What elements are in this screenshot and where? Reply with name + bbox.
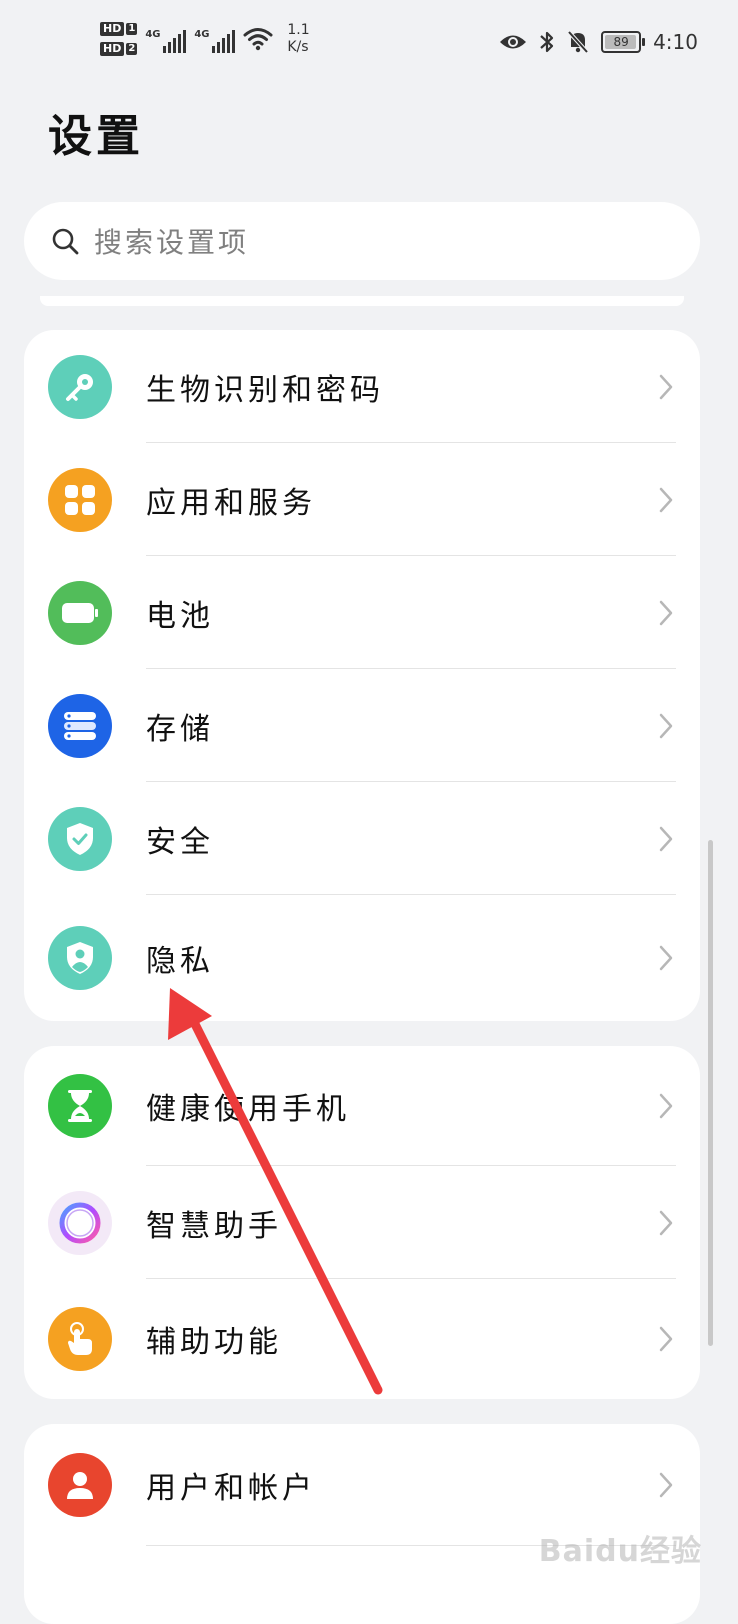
chevron-right-icon (659, 826, 673, 851)
item-smart-assistant[interactable]: 智慧助手 (24, 1166, 700, 1279)
item-privacy[interactable]: 隐私 (24, 895, 700, 1021)
item-label: 辅助功能 (146, 1325, 282, 1360)
signal-2-icon: 4G (194, 25, 236, 53)
assistant-ring-icon (48, 1190, 112, 1255)
settings-group-1: 生物识别和密码 应用和服务 电池 存储 安全 隐私 (24, 330, 700, 1021)
scrollbar-thumb[interactable] (708, 840, 713, 1346)
item-apps-services[interactable]: 应用和服务 (24, 443, 700, 556)
battery-icon (48, 580, 112, 645)
item-security[interactable]: 安全 (24, 782, 700, 895)
item-label: 生物识别和密码 (146, 372, 384, 408)
wifi-icon (243, 28, 273, 51)
item-label: 应用和服务 (146, 485, 316, 521)
hd2-indicator: HD 2 (100, 42, 138, 56)
bluetooth-icon (540, 31, 554, 53)
status-time: 4:10 (653, 30, 698, 54)
chevron-right-icon (659, 1326, 673, 1352)
search-placeholder: 搜索设置项 (94, 226, 250, 259)
hand-tap-icon (48, 1307, 112, 1371)
item-label: 健康使用手机 (146, 1092, 350, 1127)
shield-check-icon (48, 806, 112, 871)
item-label: 智慧助手 (146, 1208, 282, 1244)
settings-group-2: 健康使用手机 智慧助手 辅助功能 (24, 1046, 700, 1399)
item-biometrics-password[interactable]: 生物识别和密码 (24, 330, 700, 443)
chevron-right-icon (659, 713, 673, 738)
privacy-shield-icon (48, 926, 112, 990)
item-digital-balance[interactable]: 健康使用手机 (24, 1046, 700, 1166)
status-bar: HD 1 HD 2 4G 4G 1.1 K/s 89 4:10 (0, 0, 738, 80)
search-bar[interactable]: 搜索设置项 (24, 202, 700, 280)
item-label: 安全 (146, 824, 214, 860)
eye-icon (500, 35, 527, 49)
page-title: 设置 (48, 111, 144, 162)
chevron-right-icon (659, 1093, 673, 1119)
chevron-right-icon (659, 487, 673, 512)
storage-icon (48, 693, 112, 758)
user-icon (48, 1453, 112, 1517)
key-icon (48, 354, 112, 419)
hd1-indicator: HD 1 (100, 22, 138, 36)
chevron-right-icon (659, 374, 673, 399)
item-storage[interactable]: 存储 (24, 669, 700, 782)
item-label: 用户和帐户 (146, 1471, 316, 1506)
bell-mute-icon (567, 30, 589, 54)
hourglass-icon (48, 1074, 112, 1138)
collapsed-card-edge (40, 296, 684, 306)
battery-icon: 89 (601, 31, 646, 53)
search-icon (52, 228, 79, 255)
watermark: Baidu经验 (538, 1534, 702, 1569)
chevron-right-icon (659, 1472, 673, 1498)
item-label: 电池 (146, 598, 214, 634)
apps-grid-icon (48, 467, 112, 532)
item-battery[interactable]: 电池 (24, 556, 700, 669)
chevron-right-icon (659, 600, 673, 625)
signal-1-icon: 4G (145, 25, 187, 53)
item-accessibility[interactable]: 辅助功能 (24, 1279, 700, 1399)
network-speed: 1.1 K/s (287, 22, 310, 55)
settings-group-3: 用户和帐户 (24, 1424, 700, 1624)
item-label: 隐私 (146, 944, 214, 979)
chevron-right-icon (659, 945, 673, 971)
chevron-right-icon (659, 1210, 673, 1235)
item-label: 存储 (146, 711, 214, 747)
